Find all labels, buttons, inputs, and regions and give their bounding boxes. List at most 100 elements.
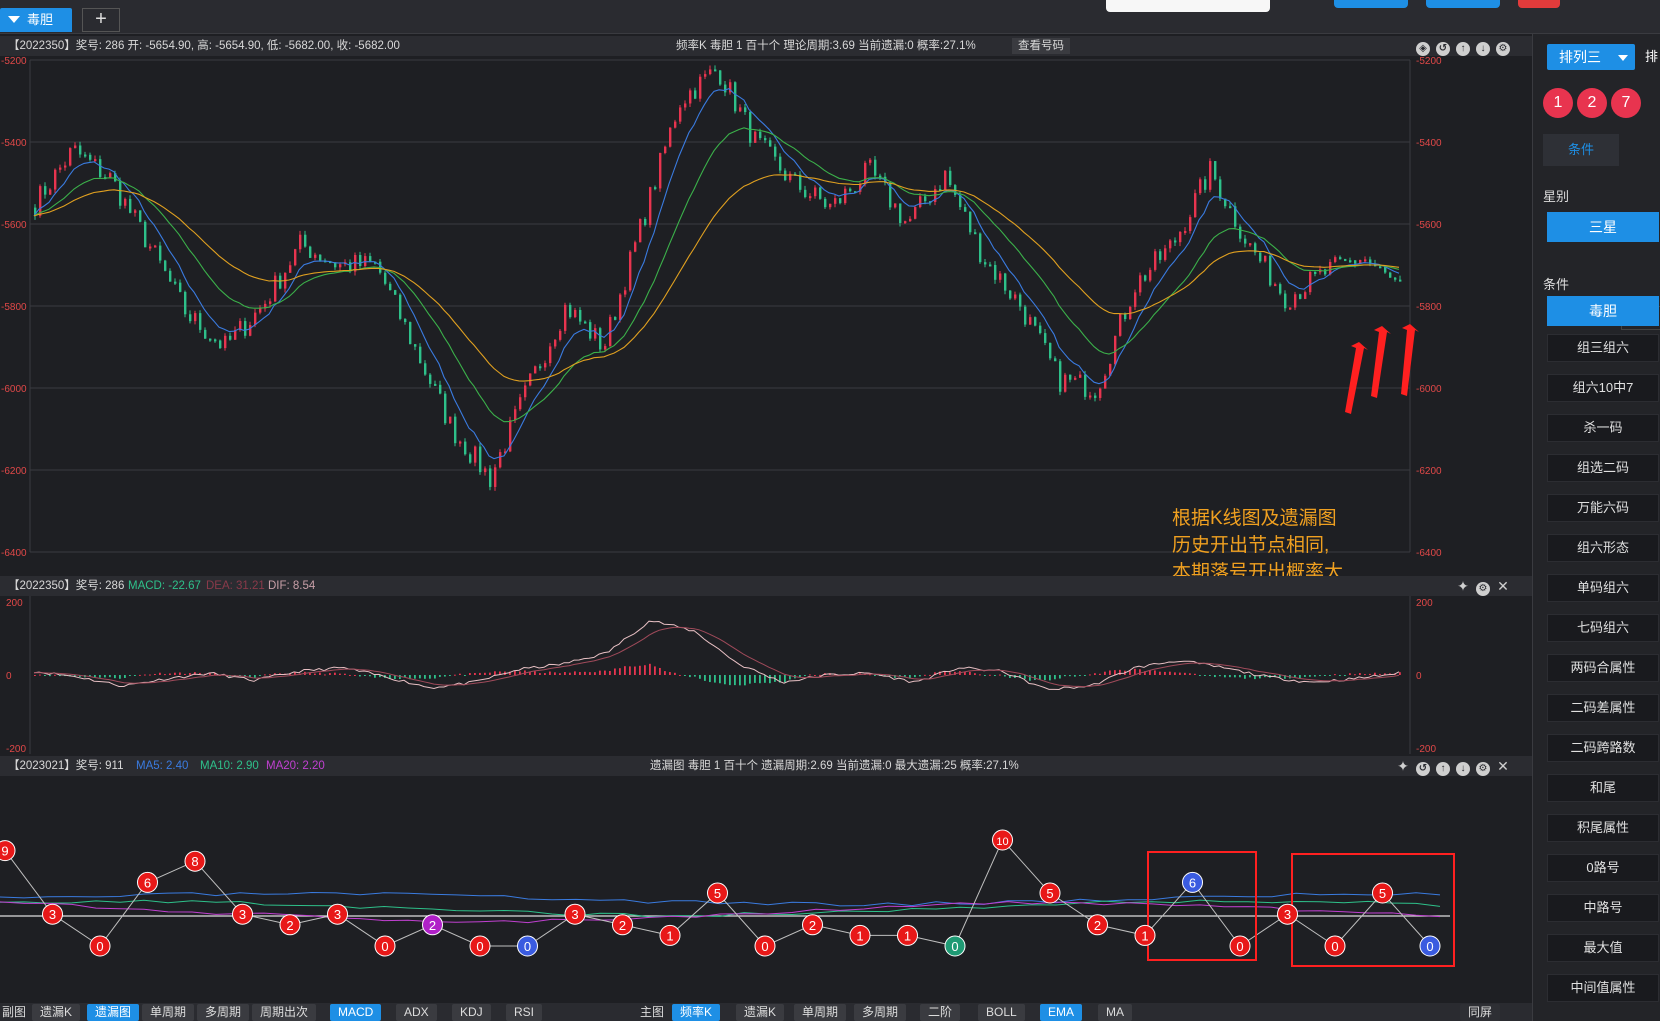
settings-icon[interactable]: ⚙ (1496, 42, 1510, 56)
close-icon[interactable]: ✕ (1496, 759, 1510, 773)
dudan-button[interactable]: 毒胆 (1547, 296, 1659, 326)
candle (1179, 231, 1182, 243)
candle (834, 198, 837, 204)
toolbar-button[interactable] (1426, 0, 1500, 8)
settings-icon[interactable]: ⚙ (1476, 582, 1490, 596)
tab-adx[interactable]: ADX (396, 1004, 437, 1021)
candle (989, 264, 992, 267)
macd-bar (334, 672, 336, 675)
condition-button[interactable]: 两码合属性 (1547, 654, 1659, 682)
sync-screen-button[interactable]: 同屏 (1460, 1004, 1501, 1021)
ma20-value: MA20: 2.20 (266, 760, 325, 772)
candle (514, 409, 517, 421)
down-icon[interactable]: ↓ (1456, 762, 1470, 776)
tab-cycle-count[interactable]: 周期出次 (252, 1004, 317, 1021)
candle (1084, 374, 1087, 397)
star-three-button[interactable]: 三星 (1547, 212, 1659, 242)
tab-second-order[interactable]: 二阶 (920, 1004, 961, 1021)
macd-bar (1159, 671, 1161, 675)
candle (529, 373, 532, 386)
condition-button[interactable]: 中间值属性 (1547, 974, 1659, 1002)
macd-bar (39, 674, 41, 676)
up-icon[interactable]: ↑ (1436, 762, 1450, 776)
condition-button[interactable]: 和尾 (1547, 774, 1659, 802)
condition-button[interactable]: 最大值 (1547, 934, 1659, 962)
candle (179, 282, 182, 292)
tab-main-single-cycle[interactable]: 单周期 (794, 1004, 847, 1021)
candle (519, 397, 522, 410)
candle (844, 188, 847, 204)
condition-button[interactable]: 积尾属性 (1547, 814, 1659, 842)
condition-button[interactable]: 杀一码 (1547, 414, 1659, 442)
macd-bar (174, 672, 176, 675)
add-tab-button[interactable]: + (82, 8, 120, 32)
condition-button[interactable]: 组六10中7 (1547, 374, 1659, 402)
lottery-select[interactable]: 排列三 (1547, 44, 1635, 70)
omission-point-label: 0 (1426, 939, 1433, 954)
query-numbers-button[interactable]: 查看号码 (1012, 38, 1070, 54)
condition-button[interactable]: 二码差属性 (1547, 694, 1659, 722)
tab-main-omission-k[interactable]: 遗漏K (736, 1004, 785, 1021)
macd-y-label-right: 200 (1416, 598, 1433, 609)
macd-bar (559, 673, 561, 675)
close-icon[interactable]: ✕ (1496, 579, 1510, 593)
toolbar-button[interactable] (1334, 0, 1408, 8)
candle (1144, 275, 1147, 281)
candle (604, 346, 607, 350)
candle (799, 174, 802, 190)
omission-point-label: 9 (1, 844, 8, 859)
tab-multi-cycle[interactable]: 多周期 (197, 1004, 250, 1021)
macd-bar (1074, 675, 1076, 677)
tab-omission-k[interactable]: 遗漏K (32, 1004, 81, 1021)
macd-bar (674, 672, 676, 675)
condition-button[interactable]: 0路号 (1547, 854, 1659, 882)
tab-boll[interactable]: BOLL (978, 1004, 1025, 1021)
macd-bar (514, 670, 516, 675)
condition-button[interactable]: 七码组六 (1547, 614, 1659, 642)
candle (1154, 251, 1157, 270)
compass-icon[interactable]: ◈ (1416, 42, 1430, 56)
pin-icon[interactable]: ✦ (1396, 759, 1410, 773)
tab-main-multi-cycle[interactable]: 多周期 (854, 1004, 907, 1021)
condition-button[interactable]: 万能六码 (1547, 494, 1659, 522)
omission-point-label: 5 (1046, 886, 1053, 901)
condition-button[interactable]: 组三组六 (1547, 334, 1659, 362)
condition-button[interactable]: 组六形态 (1547, 534, 1659, 562)
condition-button[interactable]: 二码跨路数 (1547, 734, 1659, 762)
tab-frequency-k[interactable]: 频率K (672, 1004, 721, 1021)
pin-icon[interactable]: ✦ (1456, 579, 1470, 593)
tab-single-cycle[interactable]: 单周期 (142, 1004, 195, 1021)
reset-icon[interactable]: ↺ (1416, 762, 1430, 776)
macd-bar (584, 671, 586, 675)
candle (1279, 284, 1282, 294)
macd-bar (354, 674, 356, 676)
condition-button[interactable]: 组选二码 (1547, 454, 1659, 482)
macd-bar (804, 675, 806, 676)
candle (1269, 255, 1272, 286)
tab-ma[interactable]: MA (1098, 1004, 1132, 1021)
candle (274, 275, 277, 302)
candle (739, 107, 742, 112)
candle (444, 393, 447, 424)
macd-bar (179, 672, 181, 675)
macd-bar (564, 672, 566, 675)
candle (624, 290, 627, 295)
tab-rsi[interactable]: RSI (506, 1004, 543, 1021)
tab-macd[interactable]: MACD (330, 1004, 382, 1021)
condition-button[interactable]: 单码组六 (1547, 574, 1659, 602)
tab-conditions[interactable]: 条件 (1543, 134, 1619, 166)
tab-ema[interactable]: EMA (1040, 1004, 1083, 1021)
tab-omission-chart[interactable]: 遗漏图 (87, 1004, 140, 1021)
tab-kdj[interactable]: KDJ (452, 1004, 491, 1021)
macd-bar (969, 671, 971, 675)
reset-icon[interactable]: ↺ (1436, 42, 1450, 56)
down-icon[interactable]: ↓ (1476, 42, 1490, 56)
candle (1014, 294, 1017, 299)
candle (119, 181, 122, 206)
condition-button[interactable]: 中路号 (1547, 894, 1659, 922)
macd-bar (1214, 675, 1216, 678)
tab-dudan[interactable]: 毒胆 (0, 8, 72, 32)
up-icon[interactable]: ↑ (1456, 42, 1470, 56)
settings-icon[interactable]: ⚙ (1476, 762, 1490, 776)
toolbar-button[interactable] (1518, 0, 1560, 8)
